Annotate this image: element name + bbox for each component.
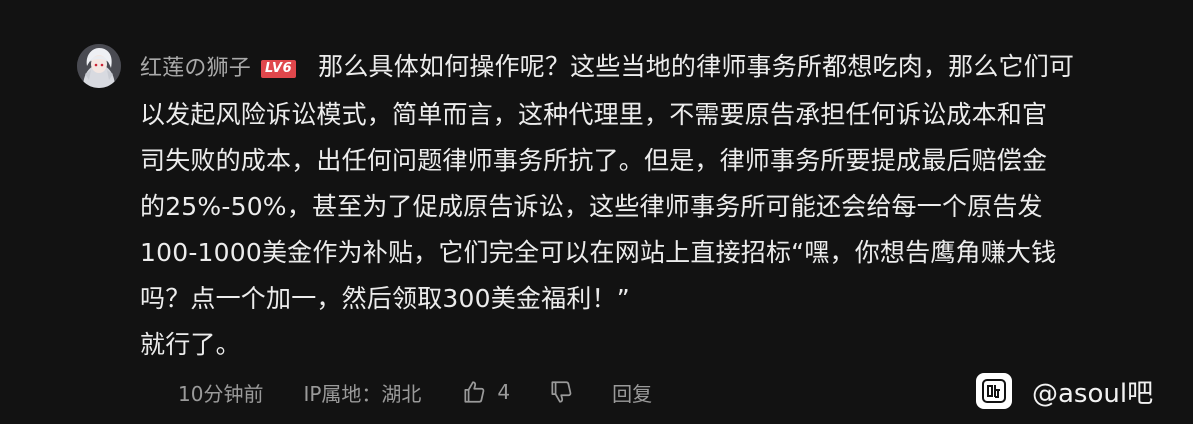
thumbs-up-icon xyxy=(464,381,485,403)
watermark: @asoul吧 xyxy=(976,372,1153,410)
username[interactable]: 红莲の狮子 xyxy=(140,56,251,81)
comment-line: 吗？点一个加一，然后领取300美金福利！” xyxy=(140,284,630,313)
comment-time: 10分钟前 xyxy=(178,381,264,406)
comment-line: 司失败的成本，出任何问题律师事务所抗了。但是，律师事务所要提成最后赔偿金 xyxy=(140,146,1048,175)
dislike-button[interactable] xyxy=(548,379,574,405)
comment-line: 的25%-50%，甚至为了促成原告诉讼，这些律师事务所可能还会给每一个原告发 xyxy=(140,192,1043,221)
comment-line: 那么具体如何操作呢？这些当地的律师事务所都想吃肉，那么它们可 xyxy=(318,52,1075,81)
like-button[interactable]: 4 xyxy=(461,379,510,405)
comment-line: 就行了。 xyxy=(140,330,241,359)
comment-line: 100-1000美金作为补贴，它们完全可以在网站上直接招标“嘿，你想告鹰角赚大钱 xyxy=(140,238,1057,267)
avatar[interactable] xyxy=(77,44,121,88)
comment-item: 红莲の狮子 LV6 那么具体如何操作呢？这些当地的律师事务所都想吃肉，那么它们可 以… xyxy=(0,0,1193,424)
watermark-text: @asoul吧 xyxy=(1032,378,1154,409)
level-badge: LV6 xyxy=(261,60,297,78)
comment-meta-bar: 10分钟前 IP属地：湖北 4 回复 xyxy=(178,374,652,410)
comment-body: 红莲の狮子 LV6 那么具体如何操作呢？这些当地的律师事务所都想吃肉，那么它们可 以… xyxy=(140,44,1160,368)
tieba-logo-icon xyxy=(976,373,1012,409)
thumbs-down-icon xyxy=(551,381,572,403)
ip-location: IP属地：湖北 xyxy=(303,381,422,406)
reply-button[interactable]: 回复 xyxy=(612,378,652,407)
comment-line: 以发起风险诉讼模式，简单而言，这种代理里，不需要原告承担任何诉讼成本和官 xyxy=(140,100,1048,129)
like-count: 4 xyxy=(497,380,511,404)
